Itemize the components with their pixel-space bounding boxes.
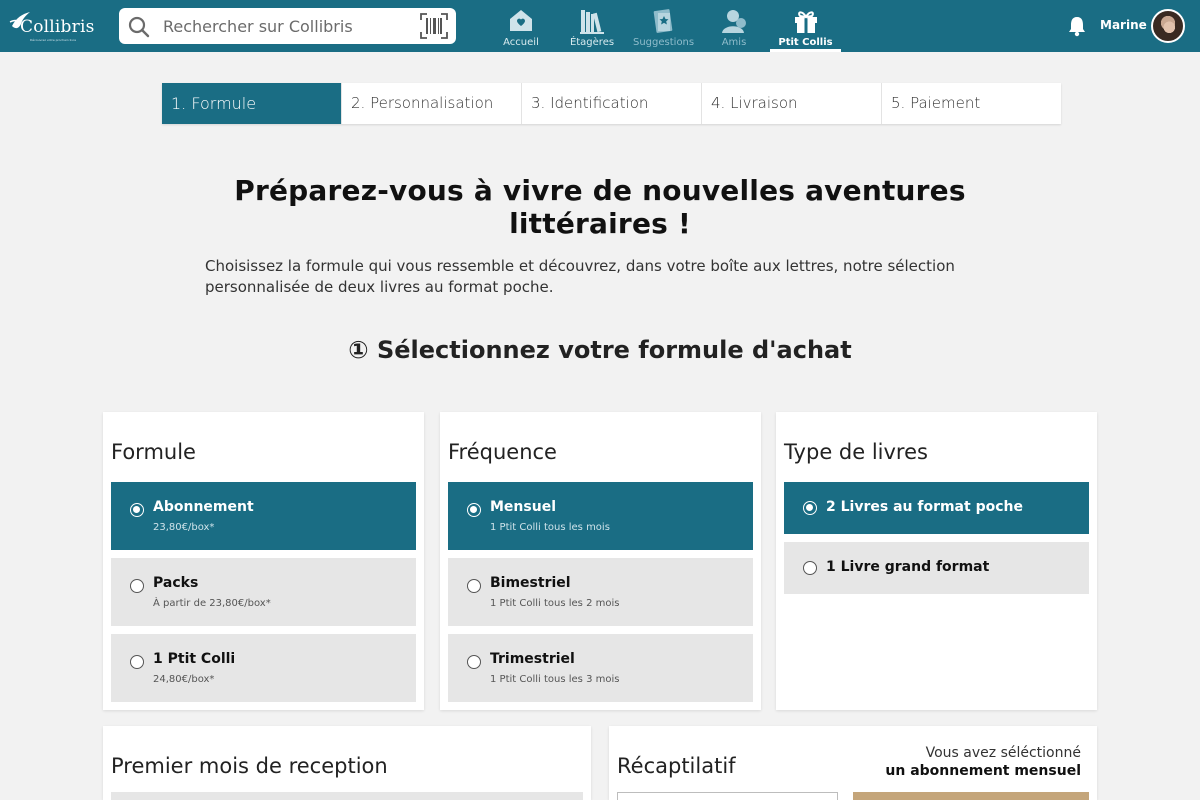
type-livres-card: Type de livres 2 Livres au format poche … (776, 412, 1097, 710)
nav-label: Suggestions (633, 37, 695, 48)
search-input[interactable] (163, 12, 413, 40)
summary-details-box (617, 792, 838, 800)
nav-amis[interactable]: Amis (709, 0, 759, 52)
card-title: Type de livres (784, 440, 928, 464)
step-paiement[interactable]: 5. Paiement (882, 83, 1061, 124)
option-description: 1 Ptit Colli tous les 2 mois (490, 598, 620, 609)
option-title: Mensuel (490, 499, 556, 515)
option-abonnement[interactable]: Abonnement 23,80€/box* (111, 482, 416, 550)
top-navigation-bar: Collibris Découvrez votre prochain livre… (0, 0, 1200, 52)
bookshelf-icon (580, 10, 604, 34)
nav-label: Accueil (503, 37, 539, 48)
step-identification[interactable]: 3. Identification (522, 83, 702, 124)
formule-card: Formule Abonnement 23,80€/box* Packs À p… (103, 412, 424, 710)
nav-etageres[interactable]: Étagères (567, 0, 617, 52)
option-title: Trimestriel (490, 651, 575, 667)
card-title: Premier mois de reception (111, 754, 388, 778)
nav-suggestions[interactable]: Suggestions (633, 0, 695, 52)
logo-tagline: Découvrez votre prochain livre (30, 38, 77, 42)
option-price: 24,80€/box* (153, 674, 215, 685)
friends-icon (722, 10, 746, 33)
selection-summary: Vous avez séléctionné un abonnement mens… (885, 744, 1081, 780)
intro-text: Choisissez la formule qui vous ressemble… (205, 257, 955, 296)
home-icon (510, 10, 532, 31)
summary-line-1: Vous avez séléctionné (925, 745, 1081, 761)
section-title: ① Sélectionnez votre formule d'achat (348, 336, 852, 364)
option-bimestriel[interactable]: Bimestriel 1 Ptit Colli tous les 2 mois (448, 558, 753, 626)
option-title: Packs (153, 575, 199, 591)
nav-label: Amis (721, 37, 747, 48)
step-formule[interactable]: 1. Formule (162, 83, 342, 124)
radio-button[interactable] (130, 655, 144, 669)
radio-button[interactable] (803, 561, 817, 575)
gift-icon (794, 11, 817, 33)
search-icon[interactable] (127, 15, 151, 39)
radio-button-checked[interactable] (803, 501, 817, 515)
active-tab-indicator (770, 49, 841, 52)
nav-label: Étagères (569, 37, 615, 48)
nav-label: Ptit Collis (778, 37, 833, 48)
option-packs[interactable]: Packs À partir de 23,80€/box* (111, 558, 416, 626)
option-2-livres-poche[interactable]: 2 Livres au format poche (784, 482, 1089, 534)
radio-button[interactable] (130, 579, 144, 593)
option-title: Abonnement (153, 499, 254, 515)
nav-ptit-collis[interactable]: Ptit Collis (770, 0, 841, 52)
option-title: 2 Livres au format poche (826, 499, 1023, 515)
radio-button-checked[interactable] (130, 503, 144, 517)
notification-bell-icon[interactable] (1066, 15, 1088, 37)
frequence-card: Fréquence Mensuel 1 Ptit Colli tous les … (440, 412, 761, 710)
radio-button[interactable] (467, 579, 481, 593)
user-name[interactable]: Marine (1100, 18, 1147, 32)
option-title: Bimestriel (490, 575, 571, 591)
summary-line-2: un abonnement mensuel (885, 763, 1081, 779)
step-livraison[interactable]: 4. Livraison (702, 83, 882, 124)
suggestions-icon (653, 9, 673, 33)
card-title: Formule (111, 440, 196, 464)
card-title: Récaptilatif (617, 754, 736, 778)
barcode-scan-icon[interactable] (420, 13, 448, 39)
collibris-logo[interactable]: Collibris Découvrez votre prochain livre (8, 8, 94, 44)
radio-button-checked[interactable] (467, 503, 481, 517)
option-price: 23,80€/box* (153, 522, 215, 533)
page-title: Préparez-vous à vivre de nouvelles avent… (234, 174, 966, 240)
option-title: 1 Livre grand format (826, 559, 990, 575)
logo-text: Collibris (20, 17, 95, 37)
option-1-livre-grand-format[interactable]: 1 Livre grand format (784, 542, 1089, 594)
option-price: À partir de 23,80€/box* (153, 598, 271, 609)
option-trimestriel[interactable]: Trimestriel 1 Ptit Colli tous les 3 mois (448, 634, 753, 702)
nav-accueil[interactable]: Accueil (496, 0, 546, 52)
option-description: 1 Ptit Colli tous les 3 mois (490, 674, 620, 685)
search-bar (119, 8, 456, 44)
checkout-steps: 1. Formule 2. Personnalisation 3. Identi… (162, 83, 1061, 124)
radio-button[interactable] (467, 655, 481, 669)
month-select[interactable] (111, 792, 583, 800)
step-personnalisation[interactable]: 2. Personnalisation (342, 83, 522, 124)
premier-mois-card: Premier mois de reception (103, 726, 591, 800)
avatar[interactable] (1151, 9, 1185, 43)
option-title: 1 Ptit Colli (153, 651, 236, 667)
card-title: Fréquence (448, 440, 557, 464)
continue-button[interactable] (853, 792, 1089, 800)
option-mensuel[interactable]: Mensuel 1 Ptit Colli tous les mois (448, 482, 753, 550)
option-1-ptit-colli[interactable]: 1 Ptit Colli 24,80€/box* (111, 634, 416, 702)
option-description: 1 Ptit Colli tous les mois (490, 522, 610, 533)
avatar-photo (1155, 13, 1181, 39)
recap-card: Récaptilatif Vous avez séléctionné un ab… (609, 726, 1097, 800)
